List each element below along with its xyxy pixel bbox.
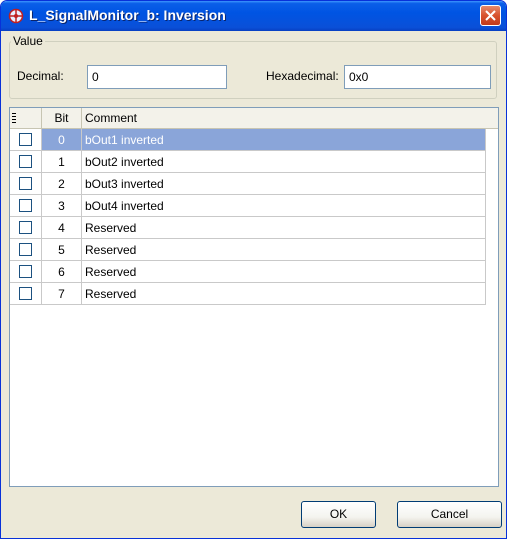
dialog-window: L_SignalMonitor_b: Inversion Value Decim… bbox=[0, 0, 507, 539]
bit-cell: 0 bbox=[42, 129, 82, 151]
title-bar[interactable]: L_SignalMonitor_b: Inversion bbox=[1, 1, 506, 31]
table-header: Bit Comment bbox=[10, 108, 498, 129]
comment-cell: Reserved bbox=[82, 239, 486, 261]
close-button[interactable] bbox=[480, 5, 501, 26]
close-icon bbox=[485, 10, 496, 21]
comment-cell: Reserved bbox=[82, 217, 486, 239]
comment-cell: bOut2 inverted bbox=[82, 151, 486, 173]
value-group-legend: Value bbox=[11, 34, 45, 48]
table-row[interactable]: 4 Reserved bbox=[10, 217, 486, 239]
bit-cell: 1 bbox=[42, 151, 82, 173]
bit-cell: 3 bbox=[42, 195, 82, 217]
table-row[interactable]: 0 bOut1 inverted bbox=[10, 129, 486, 151]
check-cell bbox=[10, 261, 42, 283]
invert-checkbox[interactable] bbox=[19, 199, 32, 212]
check-cell bbox=[10, 283, 42, 305]
hexadecimal-label: Hexadecimal: bbox=[266, 69, 339, 83]
app-icon bbox=[8, 8, 24, 24]
invert-checkbox[interactable] bbox=[19, 177, 32, 190]
invert-checkbox[interactable] bbox=[19, 243, 32, 256]
table-row[interactable]: 1 bOut2 inverted bbox=[10, 151, 486, 173]
check-cell bbox=[10, 217, 42, 239]
table-row[interactable]: 5 Reserved bbox=[10, 239, 486, 261]
check-cell bbox=[10, 195, 42, 217]
table-row[interactable]: 6 Reserved bbox=[10, 261, 486, 283]
ok-button[interactable]: OK bbox=[301, 501, 376, 528]
decimal-input[interactable] bbox=[87, 65, 227, 89]
invert-checkbox[interactable] bbox=[19, 287, 32, 300]
bit-cell: 6 bbox=[42, 261, 82, 283]
header-comment[interactable]: Comment bbox=[82, 108, 486, 128]
bit-cell: 7 bbox=[42, 283, 82, 305]
hexadecimal-input[interactable] bbox=[344, 65, 491, 89]
bit-table: Bit Comment 0 bOut1 inverted 1 bOut2 inv… bbox=[9, 107, 499, 487]
comment-cell: bOut3 inverted bbox=[82, 173, 486, 195]
comment-cell: Reserved bbox=[82, 283, 486, 305]
table-row[interactable]: 2 bOut3 inverted bbox=[10, 173, 486, 195]
check-cell bbox=[10, 129, 42, 151]
bit-cell: 5 bbox=[42, 239, 82, 261]
invert-checkbox[interactable] bbox=[19, 265, 32, 278]
invert-checkbox[interactable] bbox=[19, 133, 32, 146]
check-cell bbox=[10, 151, 42, 173]
header-bit[interactable]: Bit bbox=[42, 108, 82, 128]
table-row[interactable]: 7 Reserved bbox=[10, 283, 486, 305]
cancel-button[interactable]: Cancel bbox=[397, 501, 502, 528]
header-check-column[interactable] bbox=[10, 108, 42, 128]
column-menu-icon bbox=[12, 113, 16, 123]
comment-cell: bOut1 inverted bbox=[82, 129, 486, 151]
invert-checkbox[interactable] bbox=[19, 155, 32, 168]
bit-cell: 2 bbox=[42, 173, 82, 195]
check-cell bbox=[10, 239, 42, 261]
check-cell bbox=[10, 173, 42, 195]
bit-cell: 4 bbox=[42, 217, 82, 239]
comment-cell: Reserved bbox=[82, 261, 486, 283]
comment-cell: bOut4 inverted bbox=[82, 195, 486, 217]
window-title: L_SignalMonitor_b: Inversion bbox=[29, 7, 226, 23]
table-row[interactable]: 3 bOut4 inverted bbox=[10, 195, 486, 217]
decimal-label: Decimal: bbox=[17, 69, 64, 83]
invert-checkbox[interactable] bbox=[19, 221, 32, 234]
